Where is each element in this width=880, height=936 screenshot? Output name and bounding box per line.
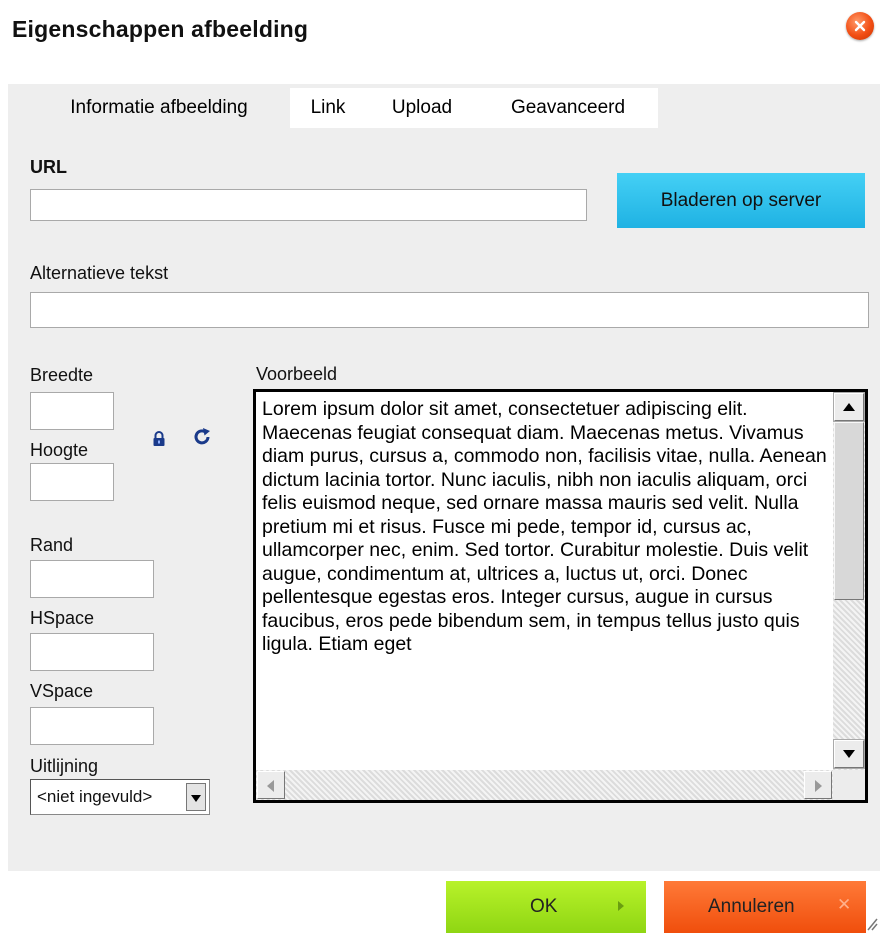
resize-grip-icon[interactable]: [866, 917, 878, 936]
close-icon: [854, 20, 866, 32]
preview-label: Voorbeeld: [256, 364, 338, 384]
vertical-scrollbar[interactable]: [833, 392, 865, 770]
align-select[interactable]: <niet ingevuld>: [30, 779, 210, 815]
close-button[interactable]: [846, 12, 874, 40]
reset-size-icon: [194, 428, 210, 445]
vspace-input[interactable]: [30, 707, 154, 745]
border-label: Rand: [30, 535, 74, 555]
cancel-button-label: Annuleren: [708, 896, 795, 917]
tab-upload[interactable]: Upload: [366, 88, 478, 128]
tab-label: Informatie afbeelding: [70, 97, 248, 118]
height-label: Hoogte: [30, 440, 89, 460]
url-label: URL: [30, 157, 67, 177]
browse-server-button[interactable]: Bladeren op server: [617, 173, 865, 228]
dialog-title: Eigenschappen afbeelding: [12, 16, 309, 42]
tab-label: Link: [310, 97, 346, 118]
horizontal-scrollbar[interactable]: [256, 770, 833, 800]
tab-link[interactable]: Link: [290, 88, 366, 128]
tab-informatie-afbeelding[interactable]: Informatie afbeelding: [28, 88, 290, 128]
scrollbar-corner: [833, 770, 865, 800]
hspace-label: HSpace: [30, 608, 95, 628]
reset-size-button[interactable]: [192, 427, 212, 452]
align-selected-value: <niet ingevuld>: [37, 787, 153, 806]
lock-ratio-button[interactable]: [152, 431, 166, 452]
arrow-right-icon: [618, 901, 624, 911]
alt-text-label: Alternatieve tekst: [30, 263, 169, 283]
height-input[interactable]: [30, 463, 114, 501]
hspace-input[interactable]: [30, 633, 154, 671]
ok-button-label: OK: [530, 896, 558, 917]
cancel-button[interactable]: Annuleren ✕: [664, 881, 866, 933]
border-input[interactable]: [30, 560, 154, 598]
scroll-left-icon[interactable]: [257, 771, 285, 799]
scroll-down-icon[interactable]: [833, 739, 865, 769]
width-label: Breedte: [30, 365, 94, 385]
align-label: Uitlijning: [30, 756, 99, 776]
alt-text-input[interactable]: [30, 292, 869, 328]
close-small-icon: ✕: [837, 895, 852, 914]
width-input[interactable]: [30, 392, 114, 430]
tab-label: Upload: [391, 97, 453, 118]
tab-label: Geavanceerd: [510, 97, 626, 118]
url-input[interactable]: [30, 189, 587, 221]
lock-icon: [153, 431, 165, 446]
preview-text: Lorem ipsum dolor sit amet, consectetuer…: [262, 398, 827, 655]
dialog-titlebar: Eigenschappen afbeelding: [0, 0, 880, 62]
scroll-right-icon[interactable]: [804, 771, 832, 799]
vspace-label: VSpace: [30, 681, 94, 701]
ok-button[interactable]: OK: [446, 881, 646, 933]
scroll-up-icon[interactable]: [833, 392, 865, 422]
scrollbar-thumb[interactable]: [834, 422, 864, 600]
tab-geavanceerd[interactable]: Geavanceerd: [478, 88, 658, 128]
preview-box: Lorem ipsum dolor sit amet, consectetuer…: [253, 389, 868, 803]
chevron-down-icon[interactable]: [186, 783, 206, 811]
